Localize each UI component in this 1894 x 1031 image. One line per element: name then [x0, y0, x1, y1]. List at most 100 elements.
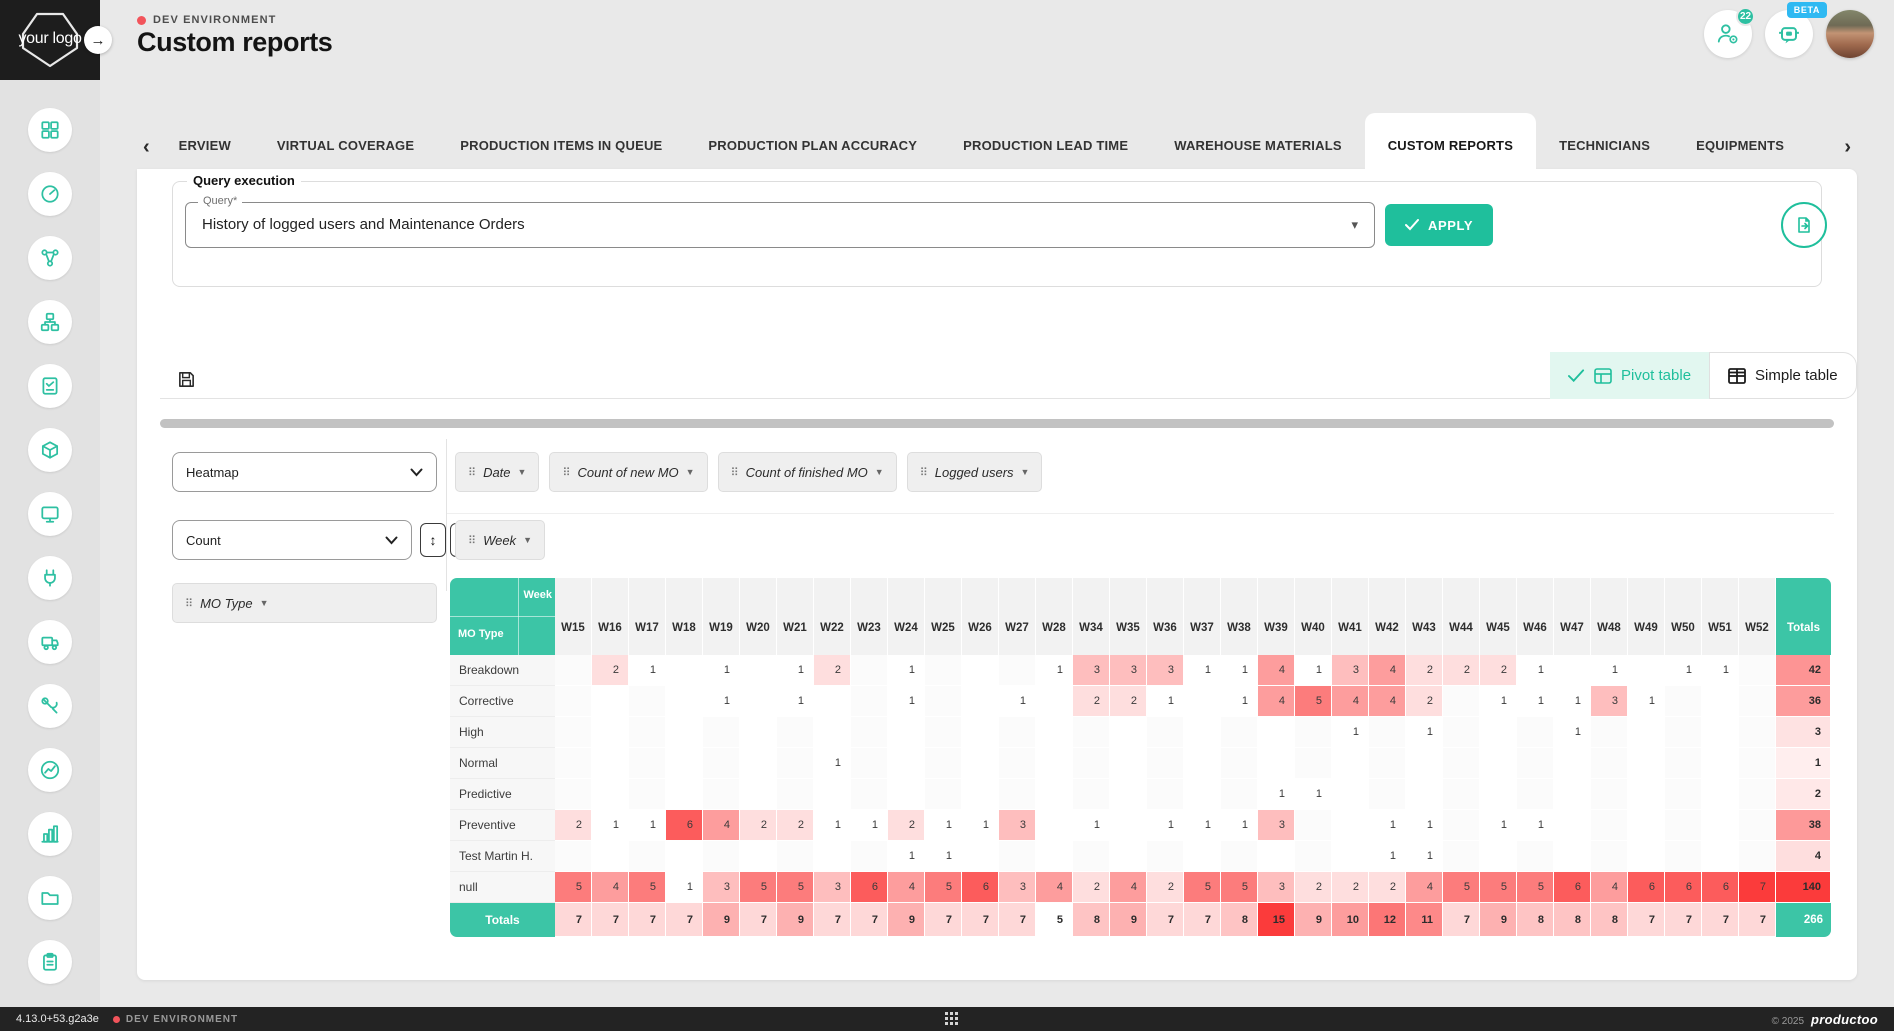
pivot-cell: 1	[1554, 686, 1591, 717]
pivot-cell: 1	[1221, 810, 1258, 841]
sidebar-nav	[0, 80, 100, 1007]
sidebar-item-checklist[interactable]	[28, 364, 72, 408]
tab-equipments[interactable]: EQUIPMENTS	[1673, 113, 1807, 169]
sidebar-item-gauge[interactable]	[28, 172, 72, 216]
pivot-col-header: W39	[1258, 578, 1295, 655]
tabs-scroll-left-chevron-icon[interactable]: ‹	[137, 137, 156, 169]
attribute-chip-mo-type[interactable]: ⠿MO Type▼	[172, 583, 437, 623]
pivot-cell	[592, 779, 629, 810]
sidebar-item-workflow[interactable]	[28, 236, 72, 280]
attribute-chip-week[interactable]: ⠿Week▼	[455, 520, 545, 560]
pivot-cell: 1	[851, 810, 888, 841]
tab-warehouse-materials[interactable]: WAREHOUSE MATERIALS	[1151, 113, 1365, 169]
sidebar-item-logistics[interactable]	[28, 620, 72, 664]
tab-production-items-in-queue[interactable]: PRODUCTION ITEMS IN QUEUE	[437, 113, 685, 169]
pivot-col-header: W35	[1110, 578, 1147, 655]
pivot-row-label: Corrective	[450, 686, 555, 717]
user-management-button[interactable]: 22	[1704, 10, 1752, 58]
attribute-label: Logged users	[935, 465, 1014, 480]
pivot-cell	[666, 717, 703, 748]
pivot-cell	[1073, 841, 1110, 872]
pivot-cell	[1554, 810, 1591, 841]
pivot-cell	[1184, 717, 1221, 748]
pivot-cell: 1	[1702, 655, 1739, 686]
pivot-cell	[851, 779, 888, 810]
simple-table-toggle[interactable]: Simple table	[1709, 352, 1857, 399]
attribute-chip-count-of-new-mo[interactable]: ⠿Count of new MO▼	[549, 452, 707, 492]
pivot-cell: 1	[1147, 810, 1184, 841]
sidebar-item-dashboard[interactable]	[28, 108, 72, 152]
horizontal-scrollbar[interactable]	[160, 419, 1834, 428]
pivot-row-label: null	[450, 872, 555, 903]
pivot-cell	[777, 748, 814, 779]
attribute-chip-count-of-finished-mo[interactable]: ⠿Count of finished MO▼	[718, 452, 897, 492]
pivot-cell: 5	[1517, 872, 1554, 903]
apply-button[interactable]: APPLY	[1385, 204, 1493, 246]
sidebar-item-package[interactable]	[28, 428, 72, 472]
pivot-cell: 2	[1073, 872, 1110, 903]
pivot-cell	[999, 655, 1036, 686]
pivot-cell: 4	[703, 810, 740, 841]
user-avatar[interactable]	[1826, 10, 1874, 58]
export-button[interactable]	[1781, 202, 1827, 248]
grid-dots-icon	[944, 1011, 959, 1026]
tabs-scroll-right-chevron-icon[interactable]: ›	[1838, 137, 1857, 169]
tab-production-plan-accuracy[interactable]: PRODUCTION PLAN ACCURACY	[685, 113, 940, 169]
pivot-col-total: 8	[1073, 903, 1110, 937]
sidebar-item-folder[interactable]	[28, 876, 72, 920]
pivot-cell	[555, 748, 592, 779]
pivot-row-total: 2	[1776, 779, 1831, 810]
pivot-cell	[1739, 779, 1776, 810]
pivot-cell	[555, 779, 592, 810]
pivot-cell	[1702, 779, 1739, 810]
drag-handle-icon: ⠿	[731, 466, 739, 479]
pivot-col-header: W42	[1369, 578, 1406, 655]
pivot-cell: 3	[1073, 655, 1110, 686]
pivot-col-total: 8	[1591, 903, 1628, 937]
pivot-cell: 4	[592, 872, 629, 903]
tab-technicians[interactable]: TECHNICIANS	[1536, 113, 1673, 169]
pivot-cell	[1665, 717, 1702, 748]
pivot-cell	[1702, 686, 1739, 717]
sidebar-item-bar-chart[interactable]	[28, 812, 72, 856]
tab-virtual-coverage[interactable]: VIRTUAL COVERAGE	[254, 113, 437, 169]
pivot-cell: 2	[1369, 872, 1406, 903]
renderer-select[interactable]: Heatmap	[172, 452, 437, 492]
assistant-button[interactable]: BETA	[1765, 10, 1813, 58]
attribute-chip-logged-users[interactable]: ⠿Logged users▼	[907, 452, 1043, 492]
pivot-cell	[1739, 655, 1776, 686]
pivot-row-label: Breakdown	[450, 655, 555, 686]
sidebar-item-clipboard[interactable]	[28, 940, 72, 984]
tab-production-lead-time[interactable]: PRODUCTION LEAD TIME	[940, 113, 1151, 169]
pivot-col-total: 7	[962, 903, 999, 937]
query-execution-group: Query execution Query* History of logged…	[172, 181, 1822, 287]
tab-erview[interactable]: ERVIEW	[156, 113, 254, 169]
app-grid-button[interactable]	[944, 1011, 959, 1026]
sidebar-item-tools[interactable]	[28, 684, 72, 728]
environment-indicator: DEV ENVIRONMENT	[137, 14, 276, 26]
sidebar-item-trend-chart[interactable]	[28, 748, 72, 792]
tools-icon	[39, 695, 61, 717]
save-report-button[interactable]	[167, 361, 205, 397]
sidebar-item-terminal[interactable]	[28, 492, 72, 536]
statusbar-environment: DEV ENVIRONMENT	[113, 1014, 238, 1025]
pivot-table-toggle[interactable]: Pivot table	[1550, 352, 1709, 399]
sidebar-item-modules[interactable]	[28, 300, 72, 344]
custom-reports-panel: Query execution Query* History of logged…	[137, 169, 1857, 980]
pivot-cell: 2	[1295, 872, 1332, 903]
aggregator-select[interactable]: Count	[172, 520, 412, 560]
attribute-chip-date[interactable]: ⠿Date▼	[455, 452, 539, 492]
pivot-cell	[1036, 779, 1073, 810]
query-select[interactable]: Query* History of logged users and Maint…	[185, 202, 1375, 248]
pivot-cell: 4	[1369, 655, 1406, 686]
pivot-cell	[1665, 779, 1702, 810]
sidebar-item-plug[interactable]	[28, 556, 72, 600]
sidebar-expand-button[interactable]: →	[84, 26, 112, 54]
chevron-down-icon: ▼	[875, 467, 884, 477]
tab-custom-reports[interactable]: CUSTOM REPORTS	[1365, 113, 1536, 169]
pivot-cell	[777, 779, 814, 810]
pivot-cell	[962, 841, 999, 872]
chevron-down-icon	[385, 536, 398, 545]
pivot-cell: 1	[629, 810, 666, 841]
row-order-button[interactable]: ↕	[420, 523, 446, 557]
